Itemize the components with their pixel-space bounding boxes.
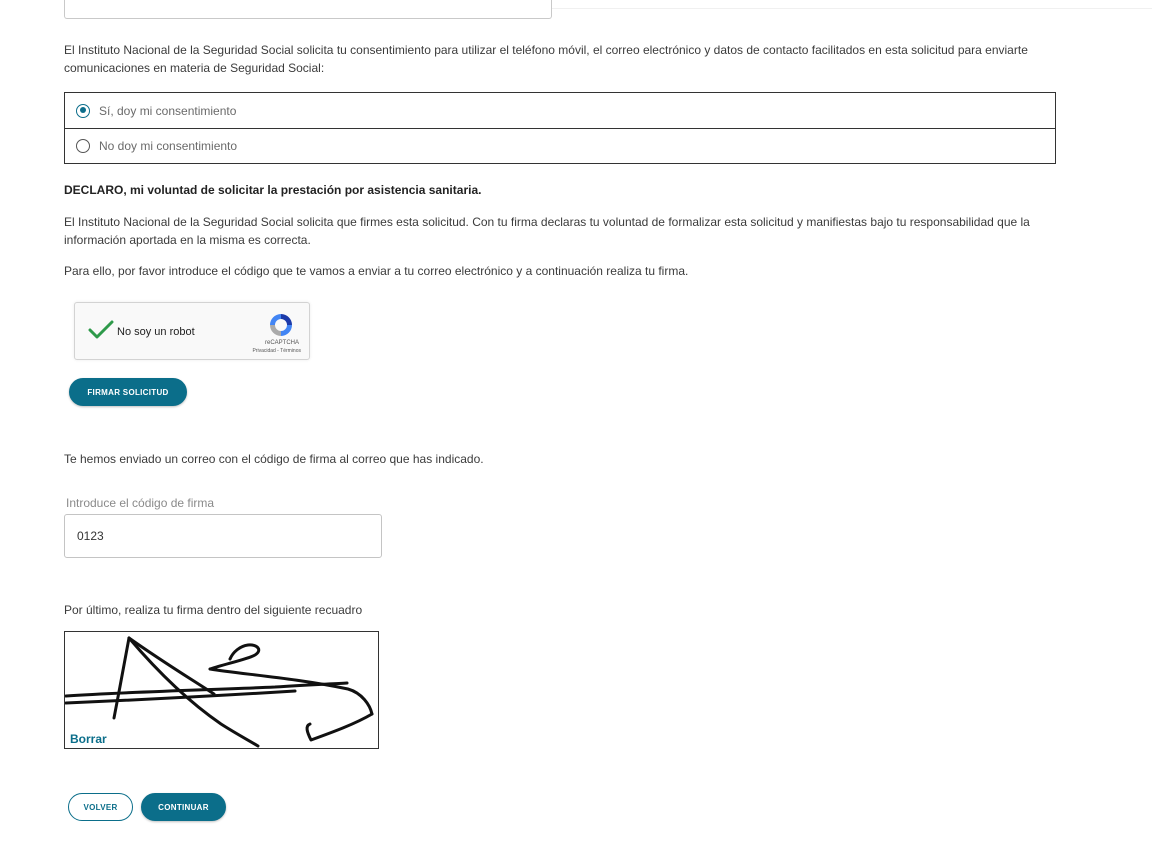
consent-radio-group: Sí, doy mi consentimiento No doy mi cons… [64, 92, 1056, 164]
recaptcha-privacy-terms-links[interactable]: Privacidad - Términos [252, 348, 301, 354]
consent-yes-label: Sí, doy mi consentimiento [99, 103, 237, 118]
sign-request-button[interactable]: FIRMAR SOLICITUD [69, 378, 187, 406]
declaration-instructions: Para ello, por favor introduce el código… [64, 264, 689, 278]
consent-no-option[interactable]: No doy mi consentimiento [65, 128, 1055, 163]
signature-prompt: Por último, realiza tu firma dentro del … [64, 603, 363, 617]
consent-intro-text: El Instituto Nacional de la Seguridad So… [64, 43, 1028, 75]
recaptcha-brand: reCAPTCHA [264, 340, 299, 346]
radio-checked-icon[interactable] [76, 103, 90, 118]
consent-yes-option[interactable]: Sí, doy mi consentimiento [65, 93, 1055, 128]
checkmark-icon[interactable] [88, 319, 114, 341]
signature-code-input[interactable] [64, 514, 382, 558]
radio-unchecked-icon[interactable] [76, 139, 90, 153]
consent-no-label: No doy mi consentimiento [99, 139, 238, 153]
signature-drawing [65, 636, 374, 748]
clear-signature-link[interactable]: Borrar [70, 732, 107, 746]
declaration-heading: DECLARO, mi voluntad de solicitar la pre… [64, 183, 482, 197]
signature-code-label: Introduce el código de firma [66, 496, 215, 510]
continue-button[interactable]: CONTINUAR [141, 793, 226, 821]
back-button[interactable]: VOLVER [68, 793, 133, 821]
email-sent-message: Te hemos enviado un correo con el código… [64, 452, 484, 466]
recaptcha-widget[interactable]: No soy un robot reCAPTCHA Privacidad - T… [74, 302, 310, 360]
previous-input-field[interactable] [64, 0, 552, 19]
recaptcha-logo-icon [270, 314, 292, 336]
signature-pad[interactable]: Borrar [64, 631, 379, 749]
declaration-body: El Instituto Nacional de la Seguridad So… [64, 215, 1030, 247]
divider [552, 8, 1152, 9]
recaptcha-label: No soy un robot [117, 326, 195, 338]
